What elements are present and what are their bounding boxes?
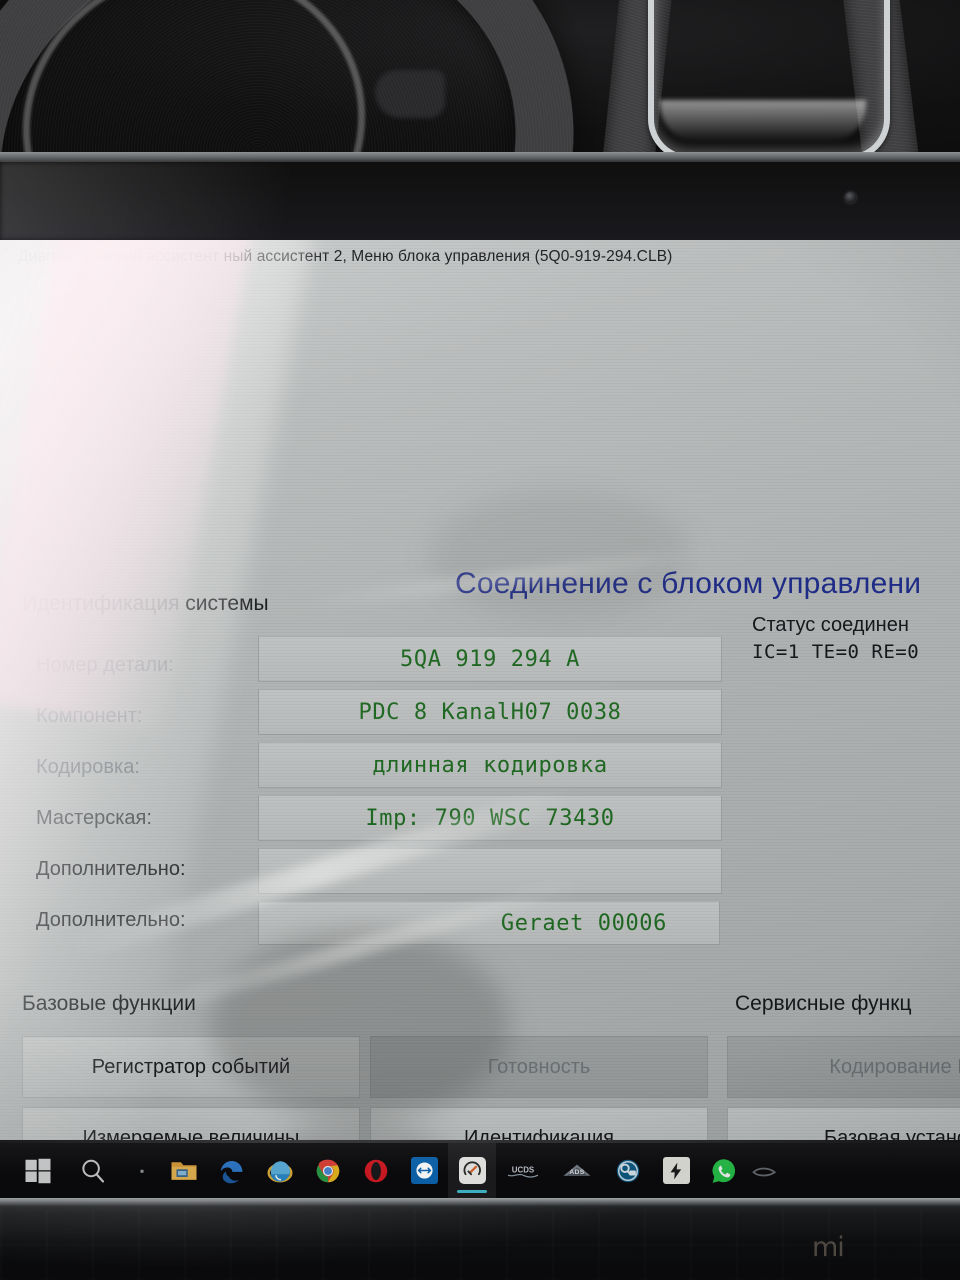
label-coding: Кодировка: [36,756,140,778]
taskbar-task-view-button[interactable] [124,1143,160,1198]
file-explorer-icon [171,1161,197,1180]
microsoft-edge-icon [220,1160,243,1183]
identification-heading-faded: Идентификация [22,592,180,615]
taskbar-google-chrome-button[interactable] [304,1143,352,1198]
identification-labels: Номер детали: Компонент: Кодировка: Маст… [36,640,266,946]
taskbar-internet-explorer-button[interactable] [256,1143,304,1198]
taskbar-search-button[interactable] [62,1143,124,1198]
search-icon [82,1159,105,1183]
field-component: PDC 8 KanalH07 0038 [258,689,722,735]
connection-status-counters: IC=1 TE=0 RE=0 [752,641,920,663]
identification-button[interactable]: Идентификация [370,1107,708,1140]
label-workshop: Мастерская: [36,807,152,829]
identification-heading-rest: системы [179,592,269,615]
connection-status: Статус соединен IC=1 TE=0 RE=0 [752,612,960,666]
bezel-reflection [0,162,420,240]
taskbar-ads-button[interactable]: ADS [550,1143,604,1198]
opera-icon [364,1159,388,1182]
taskbar-start-button[interactable] [14,1143,62,1198]
taskbar-partial-button[interactable] [748,1143,784,1198]
partial-icon [752,1167,777,1176]
coding-ii-button: Кодирование I [727,1036,960,1098]
laptop-lid-edge [0,152,960,162]
label-part-number: Номер детали: [36,654,174,676]
service-functions-column: Кодирование I Базовая устано Flasher [727,1036,960,1140]
taskbar-diagnostic-app-button[interactable] [448,1143,496,1198]
chrome-trim-glow [660,100,866,142]
internet-explorer-icon [267,1160,293,1182]
field-part-number: 5QA 919 294 A [258,636,722,682]
taskbar-opera-button[interactable] [352,1143,400,1198]
field-additional-2: Geraet 00006 [258,901,720,945]
label-additional-1: Дополнительно: [36,858,186,880]
laptop-screen: Диагностический ассистент ный ассистент … [0,240,960,1140]
diagnostic-application: Диагностический ассистент ный ассистент … [0,240,960,1140]
measured-values-button[interactable]: Измеряемые величины [22,1107,360,1140]
titlebar-obscured-text: Диагностический ассистент [18,248,220,265]
field-workshop: Imp: 790 WSC 73430 [258,795,722,841]
taskbar-ucds-button[interactable]: UCDS [496,1143,550,1198]
svg-text:ADS: ADS [569,1169,584,1176]
photo-of-laptop-screen: Диагностический ассистент ный ассистент … [0,0,960,1280]
window-titlebar: Диагностический ассистент ный ассистент … [0,244,960,270]
lightning-icon [662,1157,690,1184]
svg-text:UCDS: UCDS [512,1165,534,1174]
task-view-icon [140,1169,144,1173]
windows-taskbar: UCDS ADS [0,1140,960,1198]
basic-setting-button[interactable]: Базовая устано [727,1107,960,1140]
google-chrome-icon [316,1159,340,1182]
basic-functions-heading: Базовые функции [22,992,196,1015]
field-coding: длинная кодировка [258,742,722,788]
taskbar-scanner-tool-button[interactable] [604,1143,652,1198]
whatsapp-icon [712,1158,736,1183]
basic-functions-column-b: Готовность Идентификация Тест испол.меха… [370,1036,708,1140]
taskbar-items: UCDS ADS [14,1143,784,1198]
taskbar-lightning-button[interactable] [652,1143,700,1198]
taskbar-file-explorer-button[interactable] [160,1143,208,1198]
diagnostic-app-icon [458,1157,486,1184]
page-title: Соединение с блоком управлени [455,567,922,600]
taskbar-whatsapp-button[interactable] [700,1143,748,1198]
laptop-base-lip [0,1198,960,1206]
connection-status-title: Статус соединен [752,614,909,636]
basic-functions-column-a: Регистратор событий Измеряемые величины … [22,1036,360,1140]
label-component: Компонент: [36,705,143,727]
identification-heading: Идентификация системы [22,592,269,616]
teamviewer-icon [410,1157,438,1184]
taskbar-teamviewer-button[interactable] [400,1143,448,1198]
service-functions-heading: Сервисные функц [735,992,912,1015]
ads-icon: ADS [563,1164,591,1176]
car-interior-background [0,0,960,160]
label-additional-2: Дополнительно: [36,909,186,931]
scanner-tool-icon [616,1159,640,1182]
taskbar-microsoft-edge-button[interactable] [208,1143,256,1198]
webcam-icon [845,192,856,203]
event-log-button[interactable]: Регистратор событий [22,1036,360,1098]
ucds-icon: UCDS [507,1165,539,1178]
identification-fields: 5QA 919 294 A PDC 8 KanalH07 0038 длинна… [258,636,722,952]
active-app-underline [457,1190,487,1193]
readiness-button: Готовность [370,1036,708,1098]
field-additional-1 [258,848,722,894]
windows-start-icon [25,1158,51,1183]
brand-logo: mi [812,1232,845,1263]
titlebar-text: ный ассистент 2, Меню блока управления (… [223,248,673,265]
